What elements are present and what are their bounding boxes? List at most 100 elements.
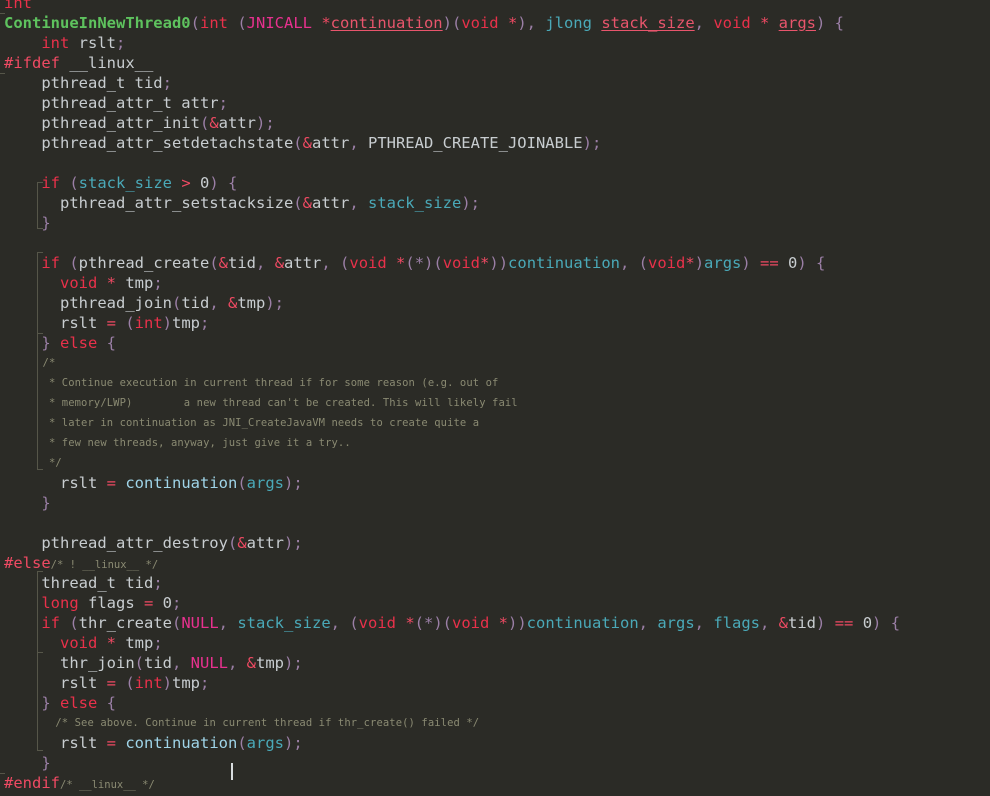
code-line[interactable]: pthread_attr_init(&attr);	[0, 113, 990, 133]
token-identifier: tid	[788, 614, 817, 632]
token-preprocessor: #ifdef	[4, 54, 60, 72]
token-identifier: thread_t tid	[41, 574, 154, 592]
code-line[interactable]: void * tmp;	[0, 273, 990, 293]
token-punctuation: ,	[256, 254, 275, 272]
token-identifier: stack_size	[78, 174, 172, 192]
token-identifier: args	[246, 734, 284, 752]
token-function-call: continuation	[125, 474, 238, 492]
code-line[interactable]: int	[0, 0, 990, 13]
code-line[interactable]: ContinueInNewThread0(int (JNICALL *conti…	[0, 13, 990, 33]
token-keyword: void	[349, 254, 387, 272]
token-punctuation: ,	[228, 654, 247, 672]
token-operator: *	[396, 614, 415, 632]
token-identifier: rslt	[60, 474, 98, 492]
token-comment: * later in continuation as JNI_CreateJav…	[48, 417, 480, 429]
text-caret	[231, 763, 233, 780]
code-line[interactable]: pthread_attr_setdetachstate(&attr, PTHRE…	[0, 133, 990, 153]
code-line[interactable]: if (pthread_create(&tid, &attr, (void *(…	[0, 253, 990, 273]
token-punctuation: }	[41, 694, 60, 712]
token-comment: /* ! __linux__ */	[50, 559, 159, 571]
token-punctuation: (	[293, 134, 303, 152]
token-operator: *	[489, 614, 508, 632]
code-line[interactable]: thread_t tid;	[0, 573, 990, 593]
code-line[interactable]: }	[0, 213, 990, 233]
code-line[interactable]: #ifdef __linux__	[0, 53, 990, 73]
code-line[interactable]: }	[0, 493, 990, 513]
code-line-comment[interactable]: /* See above. Continue in current thread…	[0, 713, 990, 733]
code-line[interactable]: rslt = continuation(args);	[0, 473, 990, 493]
token-identifier: tmp	[172, 674, 201, 692]
code-line[interactable]: #endif/* __linux__ */	[0, 773, 990, 793]
token-parameter: stack_size	[601, 14, 695, 32]
token-identifier: rslt	[60, 674, 98, 692]
code-line[interactable]: } else {	[0, 333, 990, 353]
code-line[interactable]: rslt = continuation(args);	[0, 733, 990, 753]
token-punctuation: }	[41, 334, 60, 352]
code-line[interactable]: thr_join(tid, NULL, &tmp);	[0, 653, 990, 673]
token-punctuation: );	[283, 734, 303, 752]
token-comment: * few new threads, anyway, just give it …	[48, 437, 351, 449]
token-operator: &	[274, 254, 285, 272]
code-line[interactable]: void * tmp;	[0, 633, 990, 653]
code-line-blank[interactable]	[0, 513, 990, 533]
code-line[interactable]: int rslt;	[0, 33, 990, 53]
token-punctuation: ;	[162, 74, 172, 92]
token-punctuation: (	[134, 654, 144, 672]
token-identifier: tmp	[125, 274, 154, 292]
token-comment: * Continue execution in current thread i…	[48, 377, 499, 389]
token-punctuation: (*)(	[405, 254, 443, 272]
code-line[interactable]: if (stack_size > 0) {	[0, 173, 990, 193]
token-operator: &	[246, 654, 257, 672]
code-line[interactable]: rslt = (int)tmp;	[0, 673, 990, 693]
code-line[interactable]: } else {	[0, 693, 990, 713]
code-line[interactable]: long flags = 0;	[0, 593, 990, 613]
token-punctuation: ;	[200, 674, 210, 692]
code-line[interactable]: pthread_t tid;	[0, 73, 990, 93]
token-punctuation: );	[582, 134, 602, 152]
code-line-comment[interactable]: * Continue execution in current thread i…	[0, 373, 990, 393]
code-line-comment[interactable]: /*	[0, 353, 990, 373]
token-keyword: if	[41, 254, 60, 272]
code-line-blank[interactable]	[0, 153, 990, 173]
token-punctuation: (	[237, 734, 247, 752]
code-line-comment[interactable]: */	[0, 453, 990, 473]
code-line-comment[interactable]: * later in continuation as JNI_CreateJav…	[0, 413, 990, 433]
token-punctuation: )	[694, 254, 705, 272]
code-line-comment[interactable]: * memory/LWP) a new thread can't be crea…	[0, 393, 990, 413]
token-punctuation: }	[41, 214, 51, 232]
code-content[interactable]: int ContinueInNewThread0(int (JNICALL *c…	[0, 0, 990, 796]
token-punctuation: ,	[209, 294, 228, 312]
code-line[interactable]: pthread_attr_destroy(&attr);	[0, 533, 990, 553]
token-punctuation: (	[199, 114, 210, 132]
code-editor[interactable]: int ContinueInNewThread0(int (JNICALL *c…	[0, 0, 990, 796]
token-operator: ==	[834, 614, 854, 632]
code-line[interactable]: pthread_join(tid, &tmp);	[0, 293, 990, 313]
token-punctuation: ;	[200, 314, 210, 332]
code-line-blank[interactable]	[0, 233, 990, 253]
token-keyword: int	[4, 0, 32, 12]
code-line[interactable]: pthread_attr_t attr;	[0, 93, 990, 113]
token-keyword: int	[199, 14, 228, 32]
token-punctuation: );	[461, 194, 480, 212]
token-constant: NULL	[181, 614, 219, 632]
code-line[interactable]: if (thr_create(NULL, stack_size, (void *…	[0, 613, 990, 633]
token-operator: =	[97, 474, 126, 492]
token-punctuation: }	[41, 494, 51, 512]
code-line[interactable]: rslt = (int)tmp;	[0, 313, 990, 333]
token-function-call: pthread_create	[78, 254, 210, 272]
token-macro: JNICALL	[246, 14, 312, 32]
code-line[interactable]: }	[0, 753, 990, 773]
token-number: 0	[200, 174, 210, 192]
token-punctuation: {	[97, 694, 116, 712]
token-identifier: tmp	[237, 294, 266, 312]
token-punctuation: (	[171, 294, 182, 312]
token-punctuation: ) {	[815, 14, 844, 32]
token-identifier: pthread_attr_destroy	[41, 534, 228, 552]
token-punctuation: ) {	[797, 254, 826, 272]
token-punctuation: (	[60, 254, 79, 272]
token-punctuation: ;	[218, 94, 228, 112]
code-line-comment[interactable]: * few new threads, anyway, just give it …	[0, 433, 990, 453]
code-line[interactable]: #else/* ! __linux__ */	[0, 553, 990, 573]
token-punctuation: (	[209, 254, 219, 272]
code-line[interactable]: pthread_attr_setstacksize(&attr, stack_s…	[0, 193, 990, 213]
